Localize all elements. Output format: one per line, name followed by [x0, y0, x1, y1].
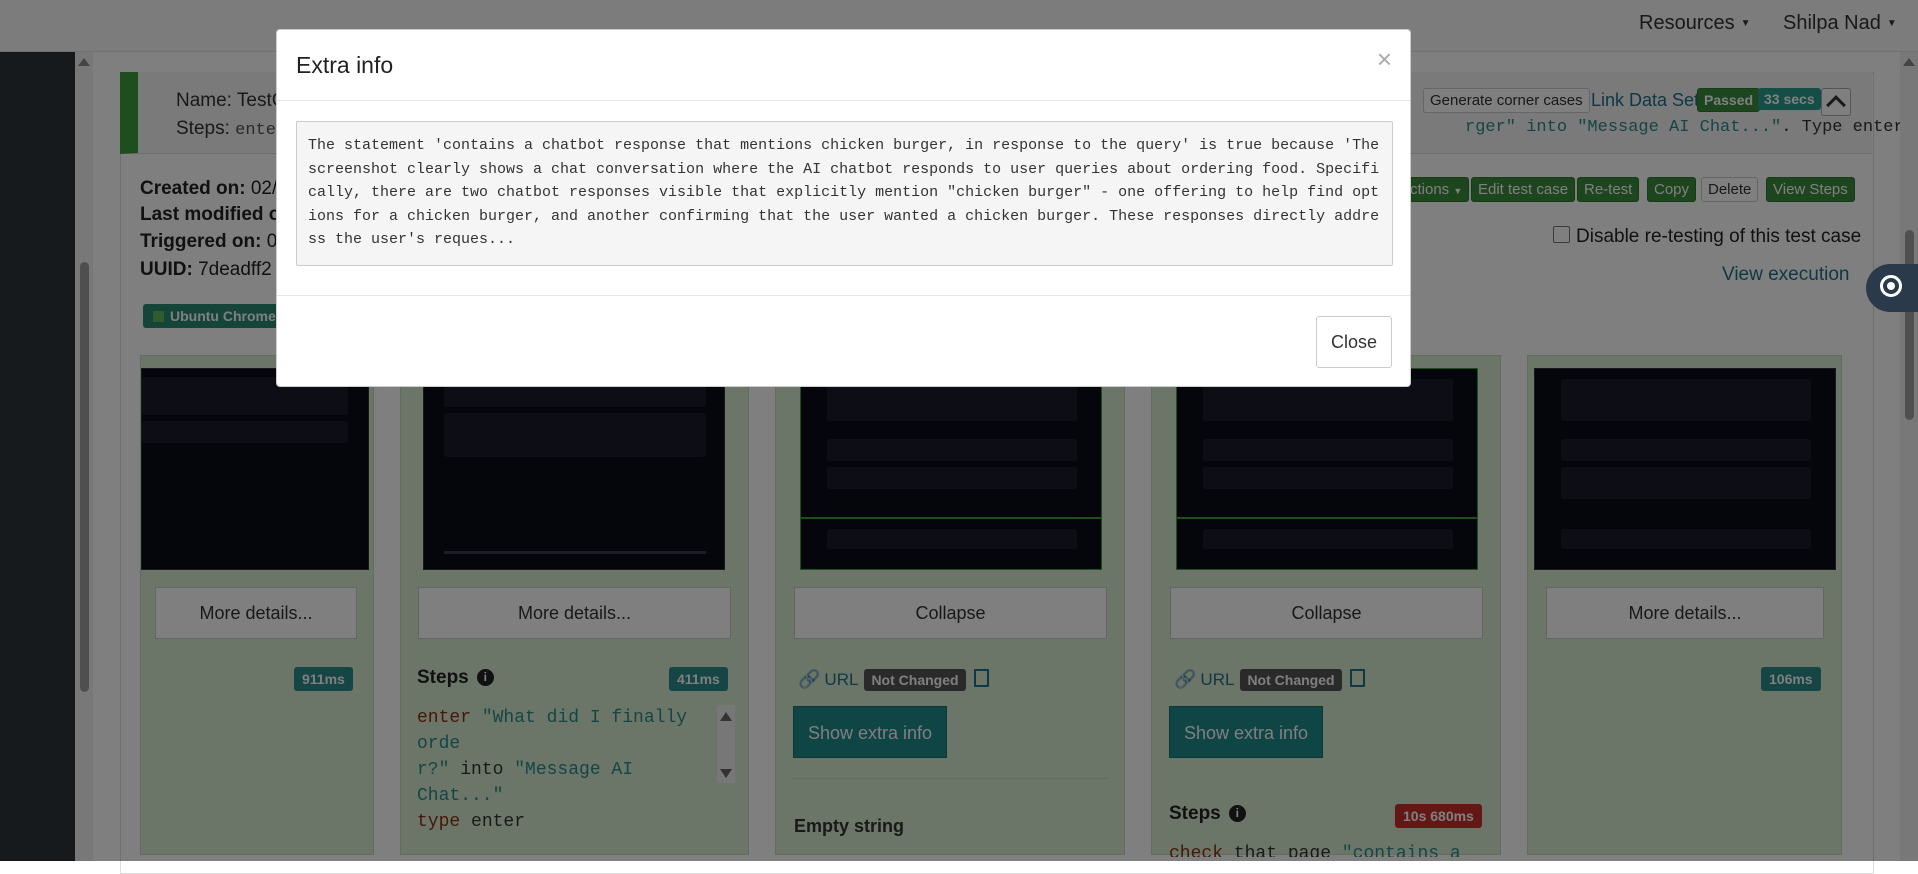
modal-footer: Close: [277, 295, 1410, 388]
extra-info-text: The statement 'contains a chatbot respon…: [296, 121, 1393, 266]
target-dot: [1887, 282, 1895, 290]
close-button[interactable]: Close: [1316, 316, 1392, 368]
floating-assistant-button[interactable]: [1866, 264, 1918, 312]
modal-title: Extra info: [296, 52, 394, 78]
extra-info-modal: Extra info × The statement 'contains a c…: [276, 29, 1411, 387]
modal-header: Extra info ×: [277, 30, 1410, 101]
close-icon[interactable]: ×: [1377, 44, 1392, 74]
